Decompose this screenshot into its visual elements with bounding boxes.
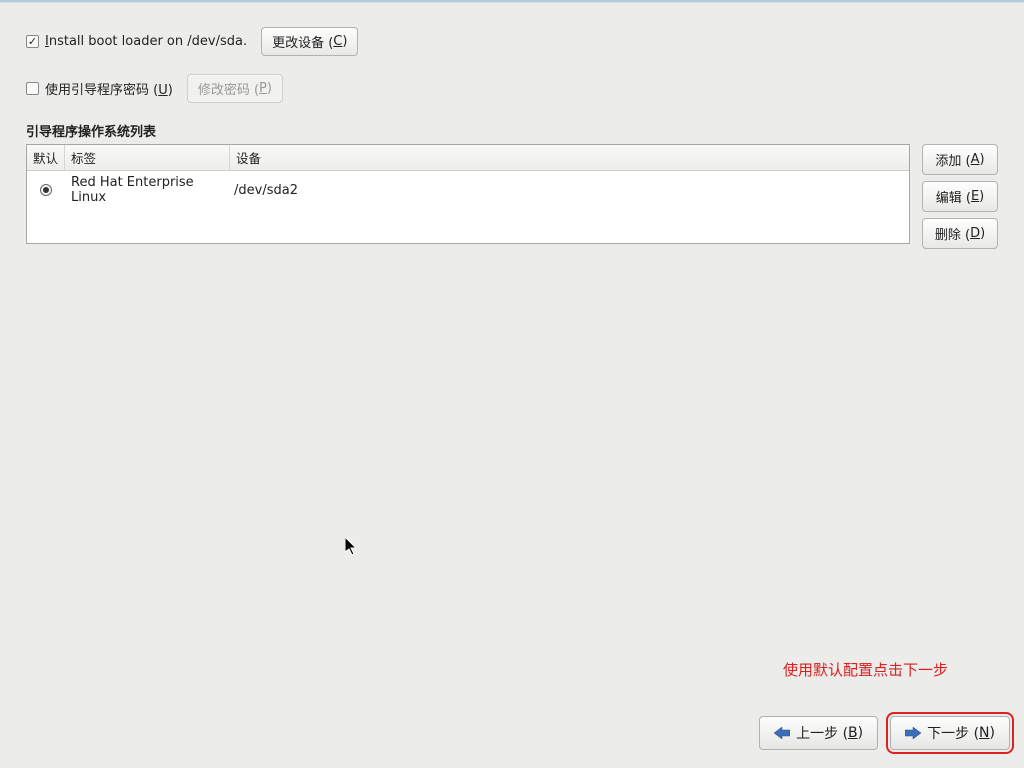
helper-annotation: 使用默认配置点击下一步: [783, 659, 948, 680]
default-radio[interactable]: [40, 184, 52, 196]
row-label: Red Hat Enterprise Linux: [65, 175, 230, 205]
os-list-area: 默认 标签 设备 Red Hat Enterprise Linux /dev/s…: [26, 144, 998, 249]
next-button[interactable]: 下一步 (N): [890, 716, 1010, 750]
arrow-left-icon: [774, 727, 790, 739]
bootloader-password-checkbox[interactable]: [26, 82, 39, 95]
os-table-header: 默认 标签 设备: [27, 145, 909, 171]
footer-nav: 上一步 (B) 下一步 (N): [759, 716, 1010, 750]
row-device: /dev/sda2: [230, 183, 909, 198]
os-list-title: 引导程序操作系统列表: [26, 121, 998, 140]
delete-button[interactable]: 删除 (D): [922, 218, 998, 249]
table-row[interactable]: Red Hat Enterprise Linux /dev/sda2: [27, 171, 909, 209]
col-label[interactable]: 标签: [65, 145, 230, 170]
side-buttons: 添加 (A) 编辑 (E) 删除 (D): [922, 144, 998, 249]
main-content: Install boot loader on /dev/sda. 更改设备 (C…: [0, 3, 1024, 249]
col-device[interactable]: 设备: [230, 145, 909, 170]
install-bootloader-label[interactable]: Install boot loader on /dev/sda.: [45, 34, 247, 49]
os-table: 默认 标签 设备 Red Hat Enterprise Linux /dev/s…: [26, 144, 910, 244]
bootloader-password-row: 使用引导程序密码 (U) 修改密码 (P): [26, 74, 998, 103]
mouse-cursor-icon: [345, 537, 359, 561]
add-button[interactable]: 添加 (A): [922, 144, 998, 175]
change-password-button: 修改密码 (P): [187, 74, 283, 103]
arrow-right-icon: [905, 727, 921, 739]
bootloader-password-label[interactable]: 使用引导程序密码 (U): [45, 79, 173, 98]
back-button[interactable]: 上一步 (B): [759, 716, 878, 750]
change-device-button[interactable]: 更改设备 (C): [261, 27, 358, 56]
col-default[interactable]: 默认: [27, 145, 65, 170]
install-bootloader-checkbox[interactable]: [26, 35, 39, 48]
edit-button[interactable]: 编辑 (E): [922, 181, 998, 212]
install-bootloader-row: Install boot loader on /dev/sda. 更改设备 (C…: [26, 27, 998, 56]
